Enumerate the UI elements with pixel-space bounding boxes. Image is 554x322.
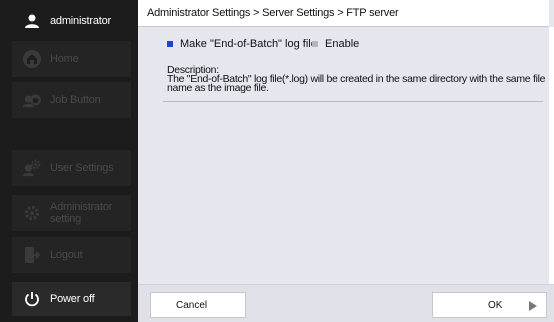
sidebar-item-label: Administrator setting <box>50 201 112 225</box>
main-panel: Administrator Settings > Server Settings… <box>138 0 554 322</box>
cancel-label: Cancel <box>176 299 208 311</box>
power-off-label: Power off <box>50 293 95 305</box>
logout-icon <box>22 245 42 265</box>
cancel-button[interactable]: Cancel <box>150 292 246 318</box>
divider <box>163 101 543 102</box>
power-icon <box>22 289 42 309</box>
sidebar: administrator Home Job Button User Setti… <box>0 0 138 322</box>
user-settings-icon <box>22 158 42 178</box>
ok-button[interactable]: OK <box>432 292 547 318</box>
user-account-item: administrator <box>12 8 131 34</box>
enable-checkbox[interactable]: Enable <box>312 38 359 50</box>
sidebar-item-user-settings[interactable]: User Settings <box>12 150 131 186</box>
ok-label: OK <box>488 299 503 311</box>
user-name: administrator <box>50 15 111 27</box>
home-icon <box>22 49 42 69</box>
selected-bullet-icon <box>167 41 173 47</box>
sidebar-item-label-line2: setting <box>50 213 82 225</box>
arrow-right-icon <box>529 301 537 311</box>
sidebar-item-label: Job Button <box>50 94 101 106</box>
sidebar-item-label-line1: Administrator <box>50 201 113 213</box>
checkbox-icon <box>312 41 318 47</box>
sidebar-item-home[interactable]: Home <box>12 41 131 77</box>
sidebar-item-job-button[interactable]: Job Button <box>12 82 131 118</box>
scrollbar-track[interactable] <box>549 27 554 284</box>
breadcrumb: Administrator Settings > Server Settings… <box>138 0 549 27</box>
description-text: The "End-of-Batch" log file(*.log) will … <box>167 73 546 94</box>
option-label: Make "End-of-Batch" log file <box>180 38 317 50</box>
button-bar: Cancel OK <box>138 284 554 322</box>
gear-icon <box>22 203 42 223</box>
sidebar-item-label: Home <box>50 53 79 65</box>
sidebar-item-label: User Settings <box>50 162 114 174</box>
sidebar-item-label: Logout <box>50 249 83 261</box>
description: Description: The "End-of-Batch" log file… <box>167 65 547 94</box>
sidebar-item-logout[interactable]: Logout <box>12 237 131 273</box>
sidebar-item-administrator-setting[interactable]: Administrator setting <box>12 195 131 231</box>
enable-label: Enable <box>325 38 360 50</box>
power-off-button[interactable]: Power off <box>12 282 131 316</box>
job-button-icon <box>22 90 42 110</box>
user-icon <box>22 11 42 31</box>
option-row: Make "End-of-Batch" log file <box>167 38 317 50</box>
